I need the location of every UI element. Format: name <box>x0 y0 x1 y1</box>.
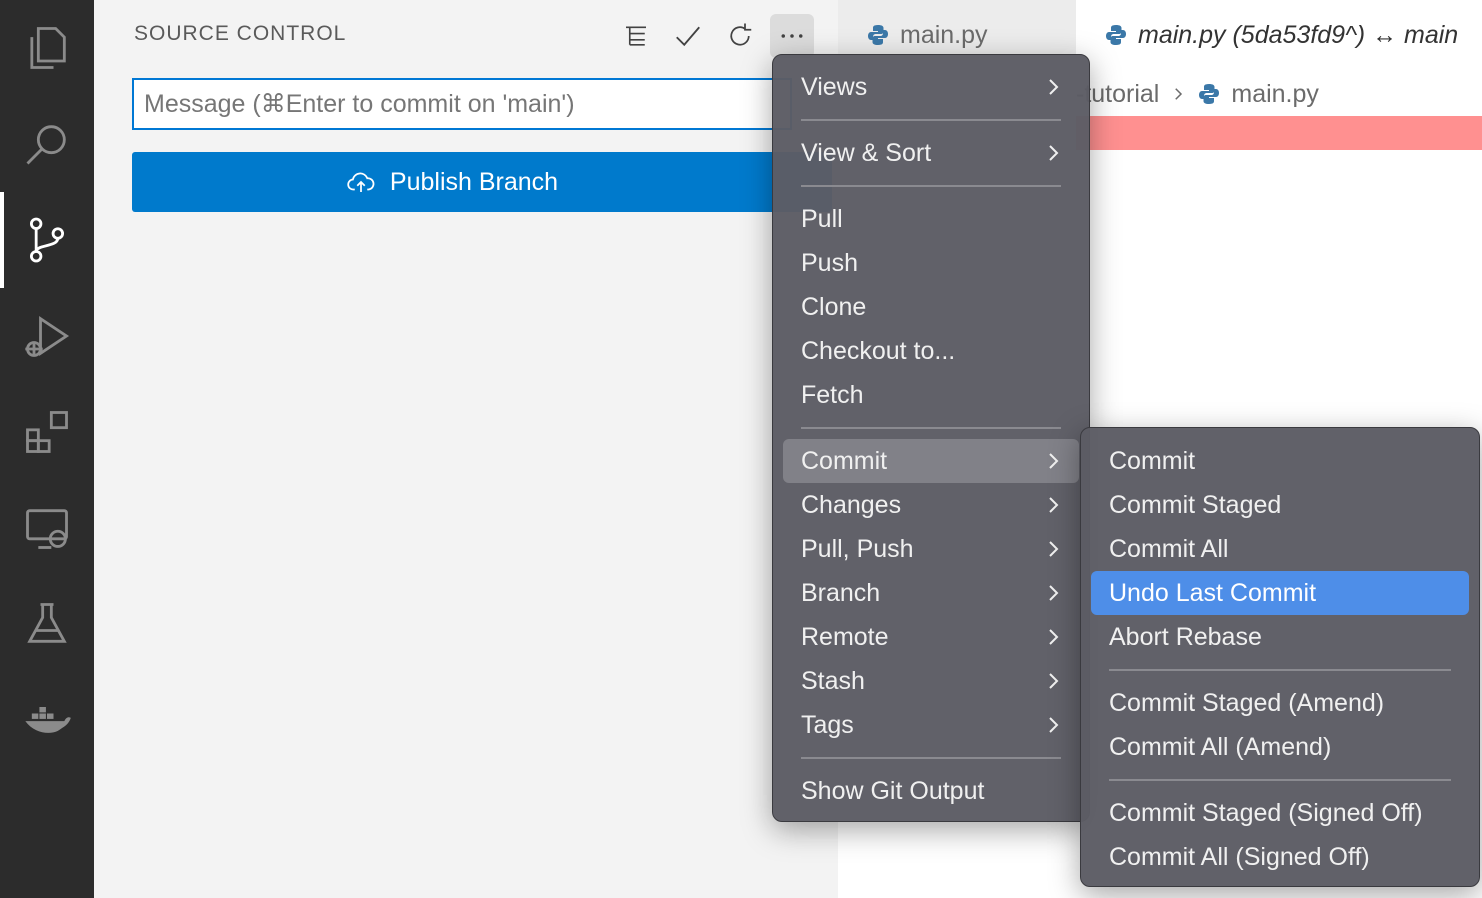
menu-item-label: Clone <box>801 292 867 321</box>
tab-label: main.py <box>900 20 988 49</box>
chevron-right-icon <box>1049 673 1059 689</box>
menu-separator <box>801 757 1061 759</box>
python-file-icon <box>868 25 888 45</box>
menu-item-label: Undo Last Commit <box>1109 578 1317 607</box>
menu-item-fetch[interactable]: Fetch <box>783 373 1079 417</box>
submenu-item-commit-staged[interactable]: Commit Staged <box>1091 483 1469 527</box>
menu-item-label: Remote <box>801 622 889 651</box>
source-control-icon[interactable] <box>0 192 94 288</box>
menu-item-label: Tags <box>801 710 854 739</box>
menu-item-remote[interactable]: Remote <box>783 615 1079 659</box>
submenu-item-undo-last-commit[interactable]: Undo Last Commit <box>1091 571 1469 615</box>
panel-title: SOURCE CONTROL <box>134 22 347 45</box>
refresh-icon[interactable] <box>718 14 762 58</box>
tab-main-py-diff[interactable]: main.py (5da53fd9^) ↔ main <box>1076 0 1482 70</box>
chevron-right-icon <box>1049 79 1059 95</box>
commit-check-icon[interactable] <box>666 14 710 58</box>
menu-item-label: Commit Staged (Signed Off) <box>1109 798 1423 827</box>
chevron-right-icon <box>1049 453 1059 469</box>
menu-item-show-git-output[interactable]: Show Git Output <box>783 769 1079 813</box>
cloud-upload-icon <box>347 172 375 192</box>
tab-label: main.py (5da53fd9^) ↔ main <box>1138 20 1459 49</box>
more-actions-menu: Views View & Sort Pull Push Clone Checko… <box>772 54 1090 822</box>
menu-separator <box>801 427 1061 429</box>
menu-item-label: Branch <box>801 578 881 607</box>
menu-item-label: Show Git Output <box>801 776 985 805</box>
menu-item-checkout[interactable]: Checkout to... <box>783 329 1079 373</box>
diff-removed-line <box>1076 116 1482 150</box>
search-icon[interactable] <box>0 96 94 192</box>
chevron-right-icon <box>1049 145 1059 161</box>
menu-item-label: Commit Staged <box>1109 490 1282 519</box>
menu-item-view-sort[interactable]: View & Sort <box>783 131 1079 175</box>
extensions-icon[interactable] <box>0 384 94 480</box>
menu-item-label: Abort Rebase <box>1109 622 1262 651</box>
submenu-item-abort-rebase[interactable]: Abort Rebase <box>1091 615 1469 659</box>
explorer-icon[interactable] <box>0 0 94 96</box>
menu-item-clone[interactable]: Clone <box>783 285 1079 329</box>
submenu-item-commit-all-amend[interactable]: Commit All (Amend) <box>1091 725 1469 769</box>
submenu-item-commit-all-signed-off[interactable]: Commit All (Signed Off) <box>1091 835 1469 879</box>
menu-separator <box>1109 779 1451 781</box>
breadcrumb-file[interactable]: main.py <box>1231 80 1319 109</box>
menu-separator <box>801 119 1061 121</box>
menu-item-pull[interactable]: Pull <box>783 197 1079 241</box>
menu-item-label: Commit All <box>1109 534 1229 563</box>
menu-item-label: Commit All (Signed Off) <box>1109 842 1370 871</box>
publish-branch-label: Publish Branch <box>389 167 559 196</box>
menu-item-changes[interactable]: Changes <box>783 483 1079 527</box>
menu-item-label: Commit <box>801 446 888 475</box>
docker-icon[interactable] <box>0 672 94 768</box>
menu-item-label: Commit All (Amend) <box>1109 732 1332 761</box>
menu-item-label: Commit Staged (Amend) <box>1109 688 1385 717</box>
menu-item-label: Checkout to... <box>801 336 956 365</box>
menu-item-label: Stash <box>801 666 865 695</box>
python-file-icon <box>1199 84 1220 104</box>
menu-separator <box>1109 669 1451 671</box>
menu-item-label: Changes <box>801 490 902 519</box>
testing-icon[interactable] <box>0 576 94 672</box>
chevron-right-icon <box>1049 541 1059 557</box>
menu-item-branch[interactable]: Branch <box>783 571 1079 615</box>
menu-item-commit[interactable]: Commit <box>783 439 1079 483</box>
submenu-item-commit[interactable]: Commit <box>1091 439 1469 483</box>
menu-item-pull-push[interactable]: Pull, Push <box>783 527 1079 571</box>
submenu-item-commit-staged-signed-off[interactable]: Commit Staged (Signed Off) <box>1091 791 1469 835</box>
menu-item-stash[interactable]: Stash <box>783 659 1079 703</box>
menu-item-label: Views <box>801 72 868 101</box>
remote-explorer-icon[interactable] <box>0 480 94 576</box>
submenu-item-commit-staged-amend[interactable]: Commit Staged (Amend) <box>1091 681 1469 725</box>
commit-message-input[interactable] <box>132 78 792 130</box>
chevron-right-icon <box>1049 629 1059 645</box>
breadcrumb: -tutorial main.py <box>1076 74 1319 114</box>
menu-item-label: Push <box>801 248 858 277</box>
commit-submenu: Commit Commit Staged Commit All Undo Las… <box>1080 427 1480 887</box>
python-file-icon <box>1106 25 1126 45</box>
more-actions-icon[interactable] <box>770 14 814 58</box>
menu-item-push[interactable]: Push <box>783 241 1079 285</box>
menu-item-label: Fetch <box>801 380 864 409</box>
chevron-right-icon <box>1049 497 1059 513</box>
activity-bar <box>0 0 94 898</box>
publish-branch-button[interactable]: Publish Branch <box>132 152 832 212</box>
chevron-right-icon <box>1049 585 1059 601</box>
chevron-right-icon <box>1049 717 1059 733</box>
menu-item-label: Pull <box>801 204 843 233</box>
view-as-tree-icon[interactable] <box>614 14 658 58</box>
menu-item-views[interactable]: Views <box>783 65 1079 109</box>
menu-item-label: Pull, Push <box>801 534 914 563</box>
submenu-item-commit-all[interactable]: Commit All <box>1091 527 1469 571</box>
run-debug-icon[interactable] <box>0 288 94 384</box>
chevron-right-icon <box>1175 88 1183 100</box>
menu-item-label: View & Sort <box>801 138 932 167</box>
menu-item-label: Commit <box>1109 446 1196 475</box>
menu-separator <box>801 185 1061 187</box>
source-control-panel: SOURCE CONTROL Publish Branch <box>94 0 838 898</box>
menu-item-tags[interactable]: Tags <box>783 703 1079 747</box>
